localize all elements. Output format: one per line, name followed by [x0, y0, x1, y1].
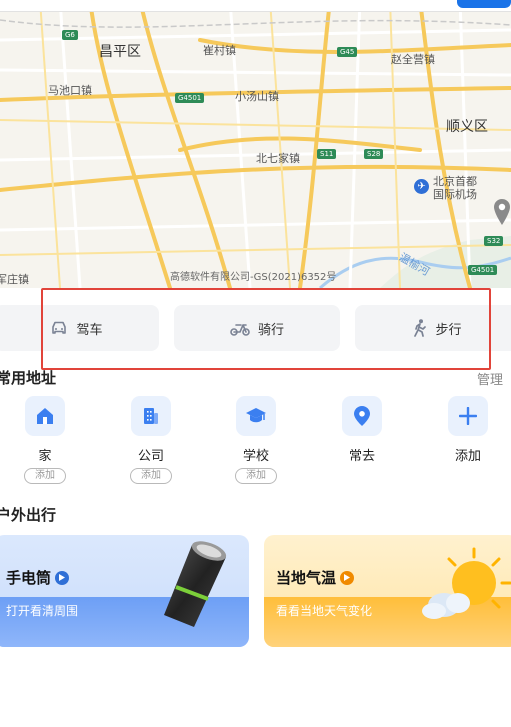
- map-label-cuicun: 崔村镇: [203, 44, 236, 57]
- shortcut-school-label: 学校: [242, 449, 269, 464]
- shortcut-company-label: 公司: [137, 449, 164, 464]
- shortcut-frequent[interactable]: 常去: [332, 396, 392, 464]
- school-icon-wrap: [236, 396, 276, 436]
- walk-mode-button[interactable]: 步行: [355, 305, 511, 351]
- road-shield-g45: G45: [337, 47, 358, 57]
- map-label-zhaoquanying: 赵全营镇: [391, 53, 435, 66]
- flashlight-card-subtitle: 打开看清周围: [6, 604, 79, 618]
- frequent-icon-wrap: [342, 396, 382, 436]
- location-pin-icon: [354, 406, 370, 426]
- add-icon-wrap: [448, 396, 488, 436]
- map-roads: [0, 0, 511, 288]
- weather-card-title: 当地气温: [276, 567, 355, 588]
- map-label-shunyi: 顺义区: [446, 119, 488, 135]
- shortcut-company-add-tag[interactable]: 添加: [130, 468, 172, 484]
- map-top-button[interactable]: [457, 0, 511, 8]
- flashlight-icon: [164, 541, 227, 627]
- shortcut-company[interactable]: 公司 添加: [121, 396, 181, 484]
- map-label-airport: 北京首都国际机场: [433, 175, 477, 201]
- shortcut-add-label: 添加: [454, 449, 481, 464]
- weather-card-subtitle: 看看当地天气变化: [276, 604, 373, 618]
- ride-mode-button[interactable]: 骑行: [174, 305, 340, 351]
- company-icon-wrap: [131, 396, 171, 436]
- shortcut-home[interactable]: 家 添加: [15, 396, 75, 484]
- play-icon: [340, 570, 355, 585]
- shortcut-school-add-tag[interactable]: 添加: [235, 468, 277, 484]
- road-shield-g4501: G4501: [175, 93, 205, 103]
- outdoor-title: 户外出行: [0, 506, 57, 524]
- ride-mode-label: 骑行: [257, 322, 284, 338]
- common-address-title: 常用地址: [0, 369, 57, 387]
- map-label-machikou: 马池口镇: [48, 84, 92, 97]
- plus-icon: [459, 407, 477, 425]
- map-label-beiqijia: 北七家镇: [256, 152, 300, 165]
- map-top-bar: [0, 0, 511, 12]
- walk-mode-label: 步行: [435, 322, 462, 338]
- shortcut-frequent-label: 常去: [348, 449, 375, 464]
- shortcut-home-label: 家: [38, 449, 52, 464]
- home-icon: [37, 408, 53, 424]
- map-label-xiaotangshan: 小汤山镇: [235, 90, 279, 103]
- travel-mode-bar: 驾车 骑行 步行: [0, 288, 511, 370]
- walk-icon: [414, 319, 427, 337]
- map-label-changping: 昌平区: [99, 44, 141, 60]
- drive-mode-label: 驾车: [76, 322, 103, 338]
- building-icon: [144, 408, 158, 424]
- road-shield-s28: S28: [364, 149, 384, 159]
- manage-link[interactable]: 管理: [477, 369, 503, 388]
- map-pin-icon[interactable]: [494, 199, 510, 225]
- flashlight-card[interactable]: 手电筒 打开看清周围: [0, 535, 249, 647]
- map-view[interactable]: 昌平区 崔村镇 赵全营镇 马池口镇 小汤山镇 顺义区 北七家镇 北京首都国际机场…: [0, 0, 511, 288]
- flashlight-card-title: 手电筒: [6, 567, 70, 588]
- shortcut-add[interactable]: 添加: [438, 396, 498, 464]
- road-shield-g4501-east: G4501: [468, 265, 498, 275]
- weather-card[interactable]: 当地气温 看看当地天气变化: [264, 535, 511, 647]
- road-shield-s32: S32: [484, 236, 504, 246]
- road-shield-g6: G6: [62, 30, 78, 40]
- scooter-icon: [230, 324, 250, 336]
- play-icon: [55, 570, 70, 585]
- airport-icon: ✈: [414, 179, 429, 194]
- map-copyright: 高德软件有限公司-GS(2021)6352号: [170, 272, 337, 283]
- car-icon: [52, 321, 67, 334]
- sun-cloud-icon: [422, 547, 511, 619]
- map-label-yangfang: 军庄镇: [0, 273, 29, 286]
- shortcut-home-add-tag[interactable]: 添加: [24, 468, 66, 484]
- flashlight-title-text: 手电筒: [6, 569, 52, 587]
- graduation-cap-icon: [246, 408, 266, 423]
- weather-title-text: 当地气温: [276, 569, 337, 587]
- drive-mode-button[interactable]: 驾车: [0, 305, 159, 351]
- road-shield-s11: S11: [317, 149, 337, 159]
- shortcut-school[interactable]: 学校 添加: [226, 396, 286, 484]
- home-icon-wrap: [25, 396, 65, 436]
